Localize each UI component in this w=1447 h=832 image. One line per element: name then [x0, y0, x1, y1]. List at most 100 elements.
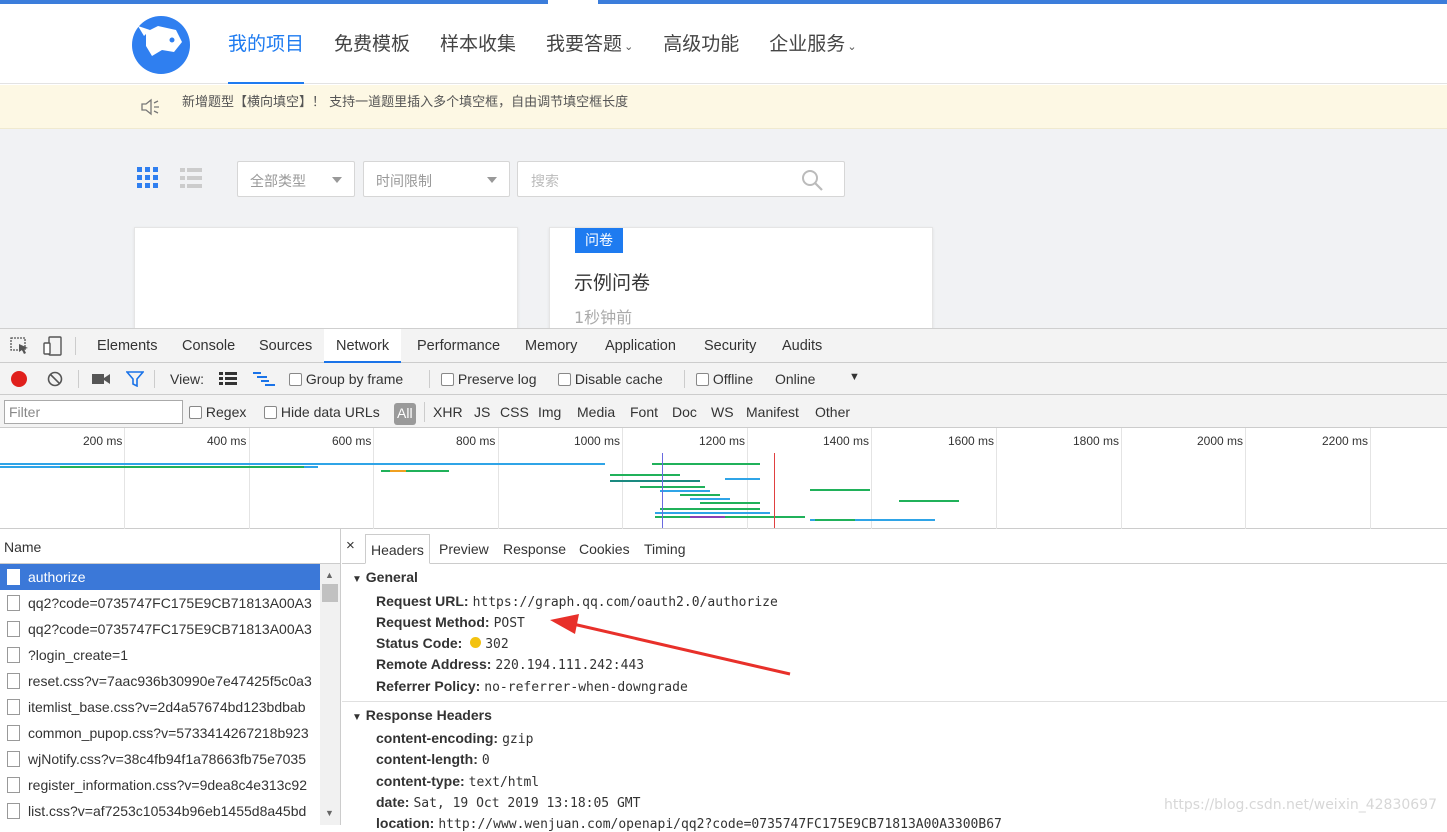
- clear-icon[interactable]: [47, 371, 63, 387]
- nav-sample-collection[interactable]: 样本收集: [440, 4, 516, 84]
- inspect-icon[interactable]: [10, 337, 30, 355]
- request-row[interactable]: ?login_create=1: [0, 642, 320, 668]
- tab-performance[interactable]: Performance: [405, 329, 512, 363]
- hide-data-urls-checkbox[interactable]: Hide data URLs: [264, 404, 380, 420]
- nav-advanced[interactable]: 高级功能: [663, 4, 739, 84]
- header-key: content-length:: [376, 751, 478, 767]
- scroll-up-icon[interactable]: ▲: [325, 570, 334, 580]
- speaker-icon: [141, 98, 159, 116]
- nav-free-templates[interactable]: 免费模板: [334, 4, 410, 84]
- grid-view-icon[interactable]: [137, 167, 159, 189]
- request-bar: [660, 508, 760, 510]
- nav-my-projects[interactable]: 我的项目: [228, 4, 305, 84]
- tab-memory[interactable]: Memory: [513, 329, 589, 363]
- request-row[interactable]: reset.css?v=7aac936b30990e7e47425f5c0a3: [0, 668, 320, 694]
- request-row[interactable]: common_pupop.css?v=5733414267218b923: [0, 720, 320, 746]
- divider: [154, 370, 155, 388]
- network-overview[interactable]: 200 ms 400 ms 600 ms 800 ms 1000 ms 1200…: [0, 428, 1447, 529]
- request-row[interactable]: qq2?code=0735747FC175E9CB71813A00A3: [0, 616, 320, 642]
- tab-application[interactable]: Application: [593, 329, 688, 363]
- filter-xhr[interactable]: XHR: [433, 404, 463, 420]
- regex-checkbox[interactable]: Regex: [189, 404, 246, 420]
- site-logo[interactable]: [132, 16, 190, 74]
- general-section-header[interactable]: ▼ General: [352, 569, 418, 585]
- scroll-down-icon[interactable]: ▼: [325, 808, 334, 818]
- grid-line: [373, 428, 374, 529]
- request-row-selected[interactable]: authorize: [0, 564, 320, 590]
- filter-font[interactable]: Font: [630, 404, 658, 420]
- checkbox-box: [696, 373, 709, 386]
- search-input[interactable]: 搜索: [517, 161, 845, 197]
- request-bar: [815, 519, 855, 521]
- type-select[interactable]: 全部类型: [237, 161, 355, 197]
- name-column-header[interactable]: Name: [0, 529, 341, 564]
- device-toggle-icon[interactable]: [43, 336, 63, 356]
- tab-elements[interactable]: Elements: [85, 329, 169, 363]
- header-value: text/html: [468, 775, 540, 790]
- request-row[interactable]: wjNotify.css?v=38c4fb94f1a78663fb75e7035: [0, 746, 320, 772]
- filter-manifest[interactable]: Manifest: [746, 404, 799, 420]
- request-bar: [810, 489, 870, 491]
- filter-icon[interactable]: [126, 371, 144, 387]
- referrer-policy-value: no-referrer-when-downgrade: [484, 680, 688, 695]
- tab-sources[interactable]: Sources: [247, 329, 324, 363]
- grid-line: [996, 428, 997, 529]
- grid-line: [1245, 428, 1246, 529]
- disable-cache-checkbox[interactable]: Disable cache: [558, 371, 663, 387]
- header-row: content-length: 0: [376, 751, 490, 768]
- offline-checkbox[interactable]: Offline: [696, 371, 753, 387]
- tab-response[interactable]: Response: [498, 534, 571, 564]
- tab-audits[interactable]: Audits: [770, 329, 834, 363]
- request-name: list.css?v=af7253c10534b96eb1455d8a45bd: [28, 803, 307, 819]
- filter-js[interactable]: JS: [474, 404, 490, 420]
- screenshot-icon[interactable]: [92, 373, 110, 385]
- search-icon[interactable]: [800, 168, 824, 192]
- group-by-frame-checkbox[interactable]: Group by frame: [289, 371, 403, 387]
- dropdown-arrow-icon[interactable]: ▼: [849, 371, 860, 383]
- tab-network[interactable]: Network: [324, 329, 402, 363]
- filter-img[interactable]: Img: [538, 404, 561, 420]
- filter-ws[interactable]: WS: [711, 404, 734, 420]
- tab-preview[interactable]: Preview: [434, 534, 494, 564]
- nav-enterprise[interactable]: 企业服务 ⌄: [769, 4, 856, 84]
- record-icon[interactable]: [11, 371, 27, 387]
- tab-console[interactable]: Console: [170, 329, 247, 363]
- scrollbar-thumb[interactable]: [322, 584, 338, 602]
- card-title[interactable]: 示例问卷: [574, 268, 650, 295]
- large-rows-icon[interactable]: [219, 372, 237, 386]
- tab-headers[interactable]: Headers: [365, 534, 430, 564]
- list-view-icon[interactable]: [180, 167, 202, 189]
- filter-all[interactable]: All: [394, 403, 416, 425]
- close-icon[interactable]: ×: [346, 537, 355, 554]
- chevron-down-icon: ⌄: [624, 40, 634, 53]
- header-key: date:: [376, 794, 410, 810]
- file-icon: [7, 725, 20, 741]
- project-card[interactable]: 问卷 示例问卷 1秒钟前: [549, 227, 933, 337]
- filter-bar: Filter Regex Hide data URLs All XHR JS C…: [0, 395, 1447, 428]
- request-row[interactable]: list.css?v=af7253c10534b96eb1455d8a45bd: [0, 798, 320, 825]
- request-row[interactable]: qq2?code=0735747FC175E9CB71813A00A3: [0, 590, 320, 616]
- tab-cookies[interactable]: Cookies: [574, 534, 635, 564]
- filter-doc[interactable]: Doc: [672, 404, 697, 420]
- tab-security[interactable]: Security: [692, 329, 768, 363]
- nav-answer[interactable]: 我要答题 ⌄: [546, 4, 633, 84]
- filter-css[interactable]: CSS: [500, 404, 529, 420]
- request-bar: [640, 486, 705, 488]
- request-bar: [899, 500, 959, 502]
- time-select[interactable]: 时间限制: [363, 161, 510, 197]
- request-bar: [652, 463, 760, 465]
- request-row[interactable]: register_information.css?v=9dea8c4e313c9…: [0, 772, 320, 798]
- group-by-frame-label: Group by frame: [305, 371, 404, 387]
- request-row[interactable]: itemlist_base.css?v=2d4a57674bd123bdbab: [0, 694, 320, 720]
- status-code-label: Status Code:: [376, 635, 463, 651]
- response-headers-section-header[interactable]: ▼ Response Headers: [352, 707, 492, 723]
- tab-timing[interactable]: Timing: [639, 534, 691, 564]
- waterfall-icon[interactable]: [253, 372, 275, 386]
- preserve-log-checkbox[interactable]: Preserve log: [441, 371, 536, 387]
- filter-media[interactable]: Media: [577, 404, 615, 420]
- filter-input[interactable]: Filter: [4, 400, 183, 424]
- scrollbar[interactable]: ▲ ▼: [320, 564, 340, 825]
- filter-other[interactable]: Other: [815, 404, 850, 420]
- throttle-select[interactable]: Online: [775, 371, 815, 387]
- new-project-card[interactable]: [134, 227, 518, 337]
